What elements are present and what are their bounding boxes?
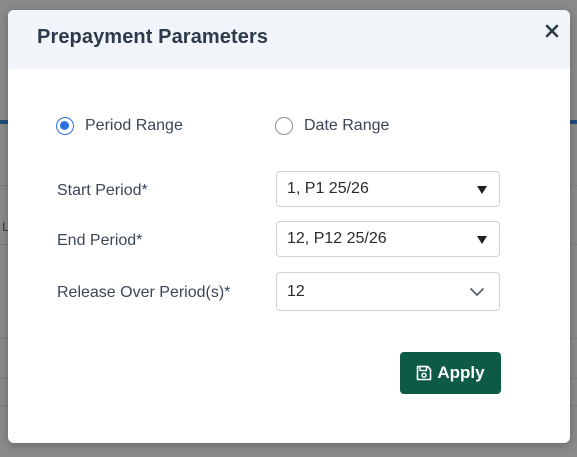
dialog-title: Prepayment Parameters [37,26,269,48]
radio-date-range-label: Date Range [304,117,390,134]
start-period-select[interactable]: 1, P1 25/26 [276,171,500,207]
end-period-value: 12, P12 25/26 [287,230,387,247]
close-icon[interactable] [542,21,562,41]
radio-period-range[interactable]: Period Range [56,115,183,137]
apply-button[interactable]: Apply [400,352,501,394]
caret-down-icon [477,236,487,244]
save-icon [417,365,432,381]
prepayment-parameters-dialog: Prepayment Parameters Period Range Date … [8,10,570,443]
end-period-select[interactable]: 12, P12 25/26 [276,221,500,257]
radio-selected-icon[interactable] [56,117,74,135]
radio-unselected-icon[interactable] [275,117,293,135]
release-over-periods-label: Release Over Period(s)* [57,284,231,301]
apply-button-label: Apply [437,363,485,382]
caret-down-icon [477,186,487,194]
release-over-periods-value: 12 [287,283,305,300]
start-period-label: Start Period* [57,182,148,199]
dialog-header: Prepayment Parameters [8,10,570,69]
release-over-periods-select[interactable]: 12 [276,272,500,311]
end-period-label: End Period* [57,232,143,249]
start-period-value: 1, P1 25/26 [287,180,369,197]
radio-date-range[interactable]: Date Range [275,115,389,137]
chevron-down-icon [469,287,485,297]
radio-period-range-label: Period Range [85,117,183,134]
